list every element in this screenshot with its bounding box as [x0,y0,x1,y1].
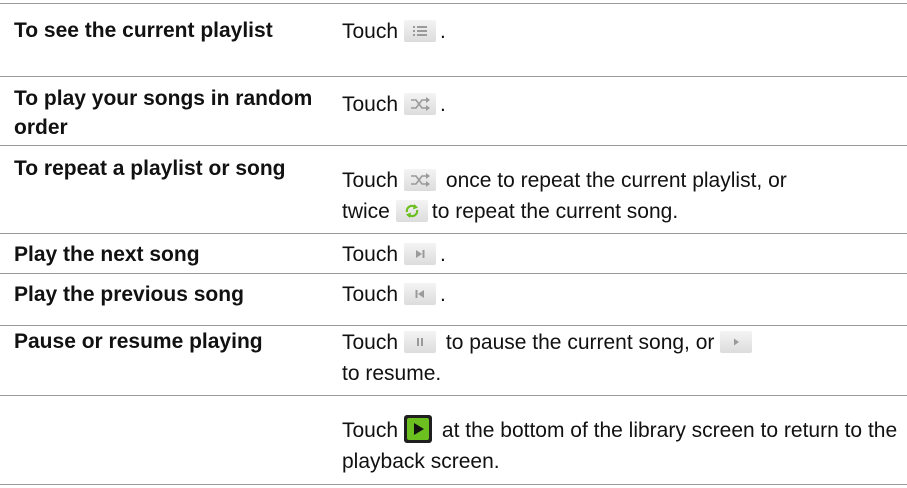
instruction-text: Touch to pause the current song, or to r… [342,327,907,389]
pause-icon [404,330,437,353]
instruction-text: Touch once to repeat the current playlis… [342,168,787,223]
repeat-icon [395,199,428,222]
instruction-text: Touch . [342,242,446,266]
action-label: Play the next song [14,243,200,266]
action-label: To see the current playlist [14,19,273,42]
row-divider [0,76,907,77]
row-divider [0,145,907,146]
row-divider [0,484,907,485]
action-label: Play the previous song [14,283,244,306]
playlist-icon [404,19,437,42]
shuffle-icon [404,92,437,115]
play-icon [720,330,753,353]
instruction-text: Touch . [342,92,446,116]
action-label: Pause or resume playing [14,330,263,353]
row-divider [0,325,907,326]
row-divider [0,273,907,274]
shuffle-icon [404,168,437,191]
instruction-text: Touch . [342,19,446,43]
row-divider [0,3,907,4]
action-label: To play your songs in random order [14,87,313,139]
action-label: To repeat a playlist or song [14,157,286,180]
instruction-text: Touch at the bottom of the library scree… [342,415,907,477]
previous-icon [404,282,437,305]
row-divider [0,233,907,234]
next-icon [404,242,437,265]
instruction-text: Touch . [342,282,446,306]
music-controls-table: To see the current playlist Touch . To p… [0,0,907,488]
playback-screen-icon [404,415,433,444]
row-divider [0,395,907,396]
